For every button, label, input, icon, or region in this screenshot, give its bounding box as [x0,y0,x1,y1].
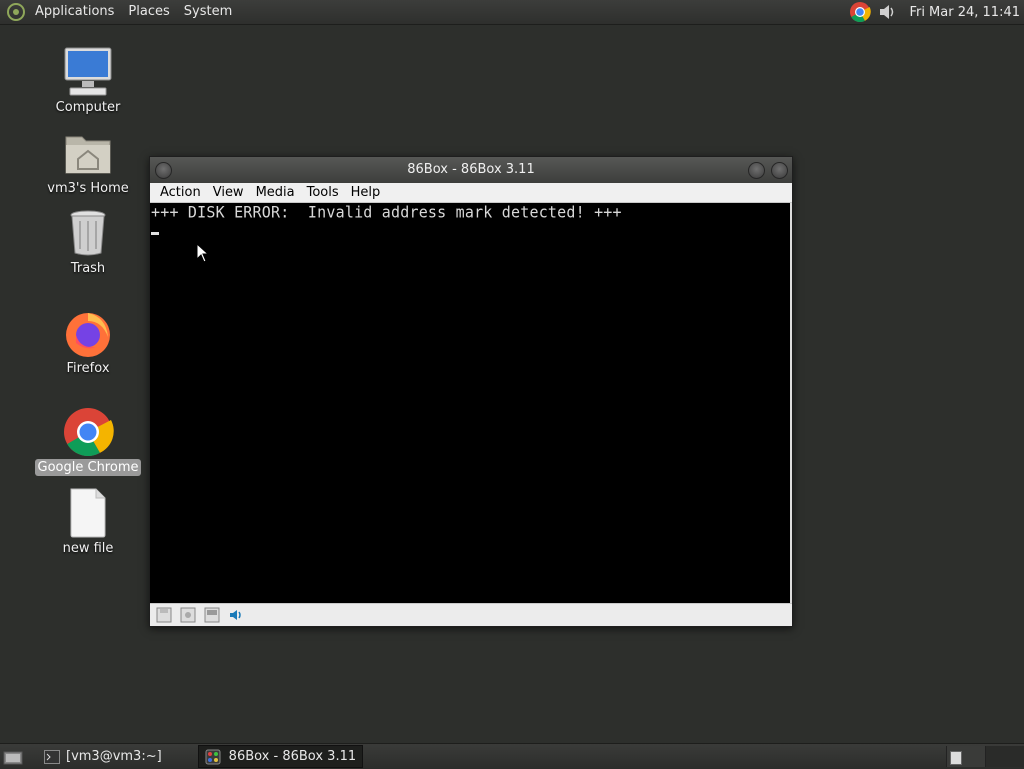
taskbar-item-86box[interactable]: 86Box - 86Box 3.11 [197,745,364,768]
file-icon [70,488,106,538]
menu-help[interactable]: Help [345,185,387,200]
places-menu[interactable]: Places [121,0,176,24]
desktop-icon-label: Google Chrome [34,459,142,476]
system-menu[interactable]: System [177,0,239,24]
panel-tray: Fri Mar 24, 11:41 [849,0,1024,24]
show-desktop-icon[interactable] [2,748,24,766]
workspace-1[interactable] [946,746,985,767]
terminal-icon [44,749,60,764]
emulator-screen[interactable]: +++ DISK ERROR: Invalid address mark det… [150,203,790,603]
menubar: Action View Media Tools Help [150,183,792,203]
computer-icon [64,47,112,96]
bottom-panel: [vm3@vm3:~] 86Box - 86Box 3.11 [0,743,1024,769]
minimize-button[interactable] [748,162,765,179]
firefox-icon [66,313,110,357]
menu-tools[interactable]: Tools [301,185,345,200]
desktop-icon-label: vm3's Home [47,181,129,196]
desktop-icon-label: Firefox [66,361,110,376]
disk-error-message: +++ DISK ERROR: Invalid address mark det… [151,202,622,222]
86box-window: 86Box - 86Box 3.11 Action View Media Too… [149,156,793,627]
clock[interactable]: Fri Mar 24, 11:41 [909,5,1020,20]
volume-icon[interactable] [877,1,899,23]
applications-menu[interactable]: Applications [28,0,121,24]
window-thumbnail [950,751,962,765]
mouse-pointer-icon [196,243,210,263]
taskbar-item-terminal[interactable]: [vm3@vm3:~] [38,746,168,767]
window-menu-button[interactable] [155,162,172,179]
hard-disk-icon[interactable] [180,607,196,623]
menu-media[interactable]: Media [250,185,301,200]
menu-action[interactable]: Action [154,185,207,200]
sound-icon[interactable] [228,607,244,623]
top-panel: Applications Places System Fri Mar 24, 1… [0,0,1024,25]
desktop-icon-firefox[interactable]: Firefox [33,307,143,377]
storage-device-icon[interactable] [204,607,220,623]
taskbar-item-label: [vm3@vm3:~] [66,749,162,764]
status-bar [150,603,792,626]
desktop-icon-google-chrome[interactable]: Google Chrome [33,406,143,476]
chrome-launcher-icon[interactable] [849,1,872,23]
maximize-button[interactable] [771,162,788,179]
workspace-2[interactable] [985,746,1024,767]
taskbar-item-label: 86Box - 86Box 3.11 [228,749,357,764]
floppy-drive-icon[interactable] [156,607,172,623]
desktop-icon-trash[interactable]: Trash [33,207,143,277]
window-title: 86Box - 86Box 3.11 [407,162,535,177]
desktop-icon-label: Computer [55,100,121,115]
desktop-icon-new-file[interactable]: new file [33,487,143,557]
desktop-icon-label: Trash [70,261,106,276]
desktop-icon-computer[interactable]: Computer [33,46,143,116]
86box-icon [205,749,221,764]
trash-icon [70,210,106,256]
text-cursor [151,232,159,235]
menu-view[interactable]: View [207,185,250,200]
desktop-icon-label: new file [62,541,114,556]
window-titlebar[interactable]: 86Box - 86Box 3.11 [150,157,792,183]
desktop-icon-home[interactable]: vm3's Home [33,127,143,197]
workspace-switcher [946,746,1024,767]
home-folder-icon [65,136,111,174]
chrome-icon [64,408,114,457]
distro-logo-icon[interactable] [6,2,26,22]
